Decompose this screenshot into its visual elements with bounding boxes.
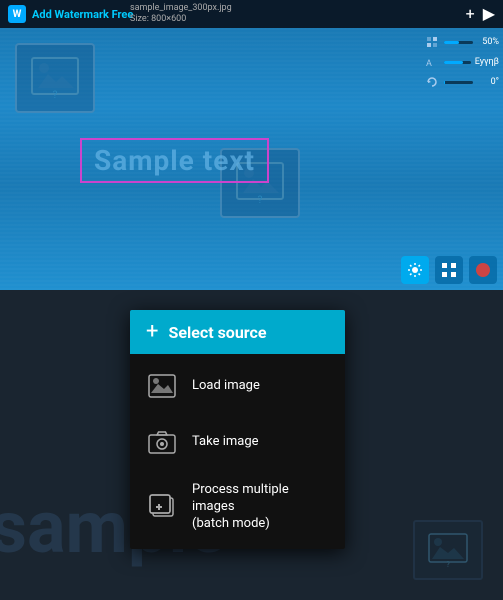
batch-label: Process multiple images(batch mode)	[192, 482, 329, 533]
rotation-fill	[444, 81, 445, 84]
svg-text:A: A	[426, 59, 432, 68]
add-button[interactable]: +	[466, 6, 475, 22]
svg-text:?: ?	[258, 195, 263, 205]
play-button[interactable]: ▶	[483, 6, 495, 22]
rotation-track[interactable]	[444, 81, 473, 84]
take-image-icon	[146, 426, 178, 458]
opacity-fill	[444, 41, 459, 44]
svg-text:?: ?	[446, 560, 450, 568]
color-button[interactable]	[469, 256, 497, 284]
batch-icon	[146, 491, 178, 523]
canvas-bottom-toolbar	[401, 256, 497, 284]
take-image-label: Take image	[192, 434, 259, 451]
dialog-title: Select source	[168, 323, 266, 342]
opacity-slider-row: 50%	[424, 34, 499, 50]
batch-mode-item[interactable]: Process multiple images(batch mode)	[130, 470, 345, 545]
grid-button[interactable]	[435, 256, 463, 284]
size-slider-row: A Eyγηβ	[424, 54, 499, 70]
opacity-track[interactable]	[444, 41, 473, 44]
dialog-body: Load image Take image	[130, 354, 345, 549]
opacity-icon	[424, 34, 440, 50]
bg-image-placeholder: ?	[413, 520, 483, 580]
rotation-icon	[424, 74, 440, 90]
canvas-section: W Add Watermark Free sample_image_300px.…	[0, 0, 503, 290]
image-placeholder-1: ?	[15, 43, 95, 113]
right-panel: 50% A Eyγηβ	[423, 28, 503, 290]
toolbar: W Add Watermark Free sample_image_300px.…	[0, 0, 503, 28]
take-image-item[interactable]: Take image	[130, 414, 345, 470]
app-title: Add Watermark Free	[32, 8, 466, 21]
settings-button[interactable]	[401, 256, 429, 284]
watermark-text-box[interactable]: Sample text	[80, 138, 269, 183]
filesize-label: Size: 800×600	[130, 14, 186, 24]
dialog-add-icon: +	[146, 321, 158, 343]
dialog-header: + Select source	[130, 310, 345, 354]
svg-text:?: ?	[53, 90, 58, 100]
app-logo: W	[8, 5, 26, 23]
watermark-text: Sample text	[94, 144, 255, 177]
canvas-area: ? ? Sample text	[0, 28, 503, 290]
rotation-slider-row: 0°	[424, 74, 499, 90]
load-image-icon	[146, 370, 178, 402]
rotation-value: 0°	[477, 77, 499, 87]
opacity-value: 50%	[477, 37, 499, 47]
filename-label: sample_image_300px.jpg	[130, 3, 232, 13]
size-value: Eyγηβ	[475, 57, 499, 67]
toolbar-actions: + ▶	[466, 6, 495, 22]
size-icon: A	[424, 54, 440, 70]
bottom-section: sample ? + Select source	[0, 290, 503, 600]
load-image-label: Load image	[192, 378, 260, 395]
size-fill	[444, 61, 463, 64]
select-source-dialog: + Select source Load image	[130, 310, 345, 549]
load-image-item[interactable]: Load image	[130, 358, 345, 414]
size-track[interactable]	[444, 61, 471, 64]
